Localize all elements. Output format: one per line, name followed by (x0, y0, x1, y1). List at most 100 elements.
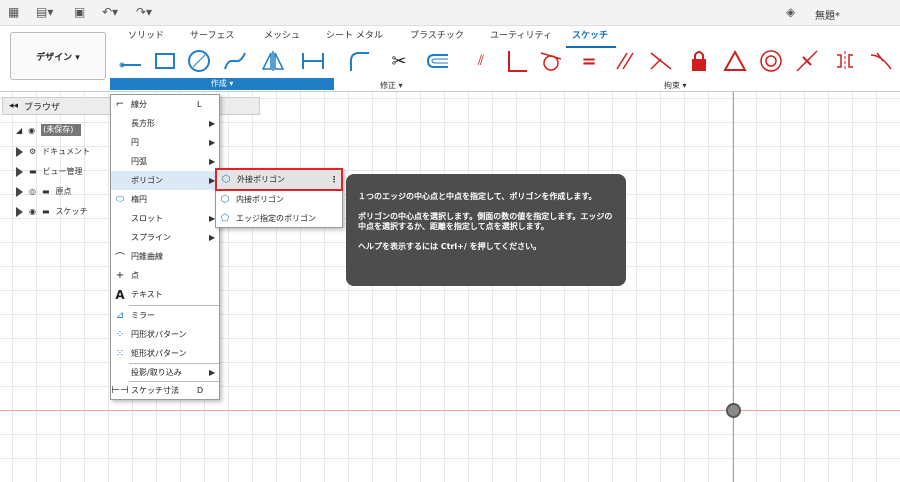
curvature-constraint-icon[interactable] (868, 48, 894, 74)
concentric-constraint-icon[interactable] (758, 48, 784, 74)
modify-group-dropdown[interactable]: 修正 ▾ (380, 80, 403, 91)
collapse-arrows-icon[interactable]: ◂◂ (9, 101, 18, 111)
symmetry-constraint-icon[interactable] (832, 48, 858, 74)
offset-tool-icon[interactable] (424, 48, 450, 74)
tree-row-document[interactable]: ⚙ ドキュメント (16, 146, 90, 157)
conic-curve-icon: ⌒ (115, 253, 125, 264)
eye-icon[interactable]: ◉ (28, 126, 35, 135)
tree-row-sketch[interactable]: ◉ ▬ スケッチ (16, 206, 88, 217)
menu-item-spline[interactable]: スプライン ▶ (111, 228, 219, 247)
line-icon: ⌐ (115, 99, 125, 110)
menu-item-line[interactable]: ⌐ 線分 L (111, 95, 219, 114)
create-dropdown-menu: ⌐ 線分 L 長方形 ▶ 円 ▶ 円弧 ▶ ポリゴン ▶ ⬭ 楕円 スロット ▶ スプライン ▶ … (110, 94, 220, 400)
midpoint-constraint-icon[interactable] (794, 48, 820, 74)
expand-triangle-icon[interactable] (16, 166, 23, 177)
tooltip-instructions: ポリゴンの中心点を選択します。側面の数の値を指定します。エッジの中点を選択するか… (358, 212, 613, 231)
menu-item-mirror[interactable]: ⊿ ミラー (111, 306, 219, 325)
file-icon[interactable]: ▤▾ (36, 5, 53, 19)
mirror-tool-icon[interactable] (260, 48, 286, 74)
design-workspace-button[interactable]: デザイン ▾ (10, 32, 106, 80)
expand-triangle-icon[interactable] (16, 146, 23, 157)
menu-item-rectangle[interactable]: 長方形 ▶ (111, 114, 219, 133)
sketch-dimension-icon: ⊢⊣ (111, 385, 129, 396)
constraints-group-dropdown[interactable]: 拘束 ▾ (664, 80, 687, 91)
menu-item-text[interactable]: A テキスト (111, 285, 219, 304)
collinear-constraint-icon[interactable] (648, 48, 674, 74)
tree-row-views[interactable]: ▬ ビュー管理 (16, 166, 83, 177)
tab-solid[interactable]: ソリッド (128, 28, 164, 41)
submenu-item-circumscribed-polygon[interactable]: ⬡ 外接ポリゴン ⋮ (215, 168, 343, 191)
fix-lock-icon[interactable] (686, 48, 712, 74)
perpendicular-constraint-icon[interactable] (504, 48, 530, 74)
dimension-tool-icon[interactable] (300, 48, 326, 74)
tree-item-label: スケッチ (55, 207, 88, 216)
redo-icon[interactable]: ↷▾ (136, 5, 152, 19)
tooltip-summary: １つのエッジの中心点と中点を指定して、ポリゴンを作成します。 (358, 192, 597, 201)
coincident-constraint-icon[interactable]: ⫽ (468, 48, 494, 74)
line-tool-icon[interactable] (118, 48, 144, 74)
folder-icon: ▬ (29, 167, 37, 176)
tree-root-row[interactable]: ◢ ◉ (未保存) (16, 124, 82, 136)
origin-point[interactable] (726, 403, 741, 418)
expand-triangle-icon[interactable] (16, 186, 23, 197)
tab-plastic[interactable]: プラスチック (410, 28, 464, 41)
equal-constraint-icon[interactable]: = (576, 48, 602, 74)
application-bar: ▦ ▤▾ ▣ ↶▾ ↷▾ ◈ 無題* (0, 0, 900, 26)
y-axis-line (733, 92, 734, 482)
menu-item-polygon[interactable]: ポリゴン ▶ (111, 171, 219, 190)
rectangle-tool-icon[interactable] (152, 48, 178, 74)
menu-item-circle[interactable]: 円 ▶ (111, 133, 219, 152)
tab-sketch[interactable]: スケッチ (572, 28, 608, 41)
document-title: 無題* (815, 11, 840, 22)
inscribed-polygon-icon: ⬡ (220, 194, 230, 205)
eye-icon[interactable]: ◉ (29, 207, 36, 216)
edge-polygon-icon: ⬠ (220, 213, 230, 224)
menu-item-circular-pattern[interactable]: ⁘ 円形状パターン (111, 325, 219, 344)
parallel-constraint-icon[interactable] (612, 48, 638, 74)
circle-tool-icon[interactable] (186, 48, 212, 74)
tangent-constraint-icon[interactable] (538, 48, 564, 74)
submenu-item-inscribed-polygon[interactable]: ⬡ 内接ポリゴン (216, 190, 342, 209)
submenu-arrow-icon: ▶ (209, 138, 216, 147)
menu-item-slot[interactable]: スロット ▶ (111, 209, 219, 228)
save-icon[interactable]: ▣ (74, 5, 85, 19)
menu-item-ellipse[interactable]: ⬭ 楕円 (111, 190, 219, 209)
collapse-triangle-icon[interactable]: ◢ (16, 126, 22, 135)
submenu-arrow-icon: ▶ (209, 119, 216, 128)
submenu-item-edge-polygon[interactable]: ⬠ エッジ指定のポリゴン (216, 209, 342, 228)
tree-item-label: 原点 (55, 187, 72, 196)
menu-item-conic-curve[interactable]: ⌒ 円錐曲線 (111, 247, 219, 266)
tree-item-label: (未保存) (41, 124, 82, 136)
text-icon: A (115, 287, 125, 302)
more-options-icon[interactable]: ⋮ (327, 175, 341, 184)
tab-utility[interactable]: ユーティリティ (490, 28, 552, 41)
create-group-dropdown[interactable]: 作成 ▾ (110, 78, 334, 90)
trim-scissors-icon[interactable]: ✂ (386, 48, 412, 74)
expand-triangle-icon[interactable] (16, 206, 23, 217)
tree-item-label: ビュー管理 (42, 167, 83, 176)
menu-item-project-include[interactable]: 投影/取り込み ▶ (111, 363, 219, 382)
tree-row-origin[interactable]: ◎ ▬ 原点 (16, 186, 72, 197)
submenu-arrow-icon: ▶ (209, 368, 216, 377)
x-axis-line (0, 410, 900, 411)
grid-menu-icon[interactable]: ▦ (8, 5, 19, 19)
triangle-constraint-icon[interactable] (722, 48, 748, 74)
undo-icon[interactable]: ↶▾ (102, 5, 118, 19)
menu-item-point[interactable]: + 点 (111, 266, 219, 285)
mirror-icon: ⊿ (115, 310, 125, 321)
menu-item-rectangular-pattern[interactable]: ⁙ 矩形状パターン (111, 344, 219, 363)
fillet-tool-icon[interactable] (346, 48, 372, 74)
toolbar-ribbon: デザイン ▾ ソリッド サーフェス メッシュ シート メタル プラスチック ユー… (0, 26, 900, 92)
eye-hidden-icon[interactable]: ◎ (29, 187, 36, 196)
menu-item-arc[interactable]: 円弧 ▶ (111, 152, 219, 171)
tab-surface[interactable]: サーフェス (190, 28, 234, 41)
browser-title: ブラウザ (24, 102, 61, 113)
ellipse-icon: ⬭ (115, 194, 125, 205)
tree-item-label: ドキュメント (42, 147, 91, 156)
tab-sheet-metal[interactable]: シート メタル (326, 28, 383, 41)
tab-mesh[interactable]: メッシュ (264, 28, 300, 41)
menu-item-sketch-dimension[interactable]: ⊢⊣ スケッチ寸法 D (111, 381, 219, 400)
circumscribed-polygon-icon: ⬡ (221, 174, 231, 185)
spline-tool-icon[interactable] (222, 48, 248, 74)
gear-icon: ⚙ (29, 147, 37, 156)
